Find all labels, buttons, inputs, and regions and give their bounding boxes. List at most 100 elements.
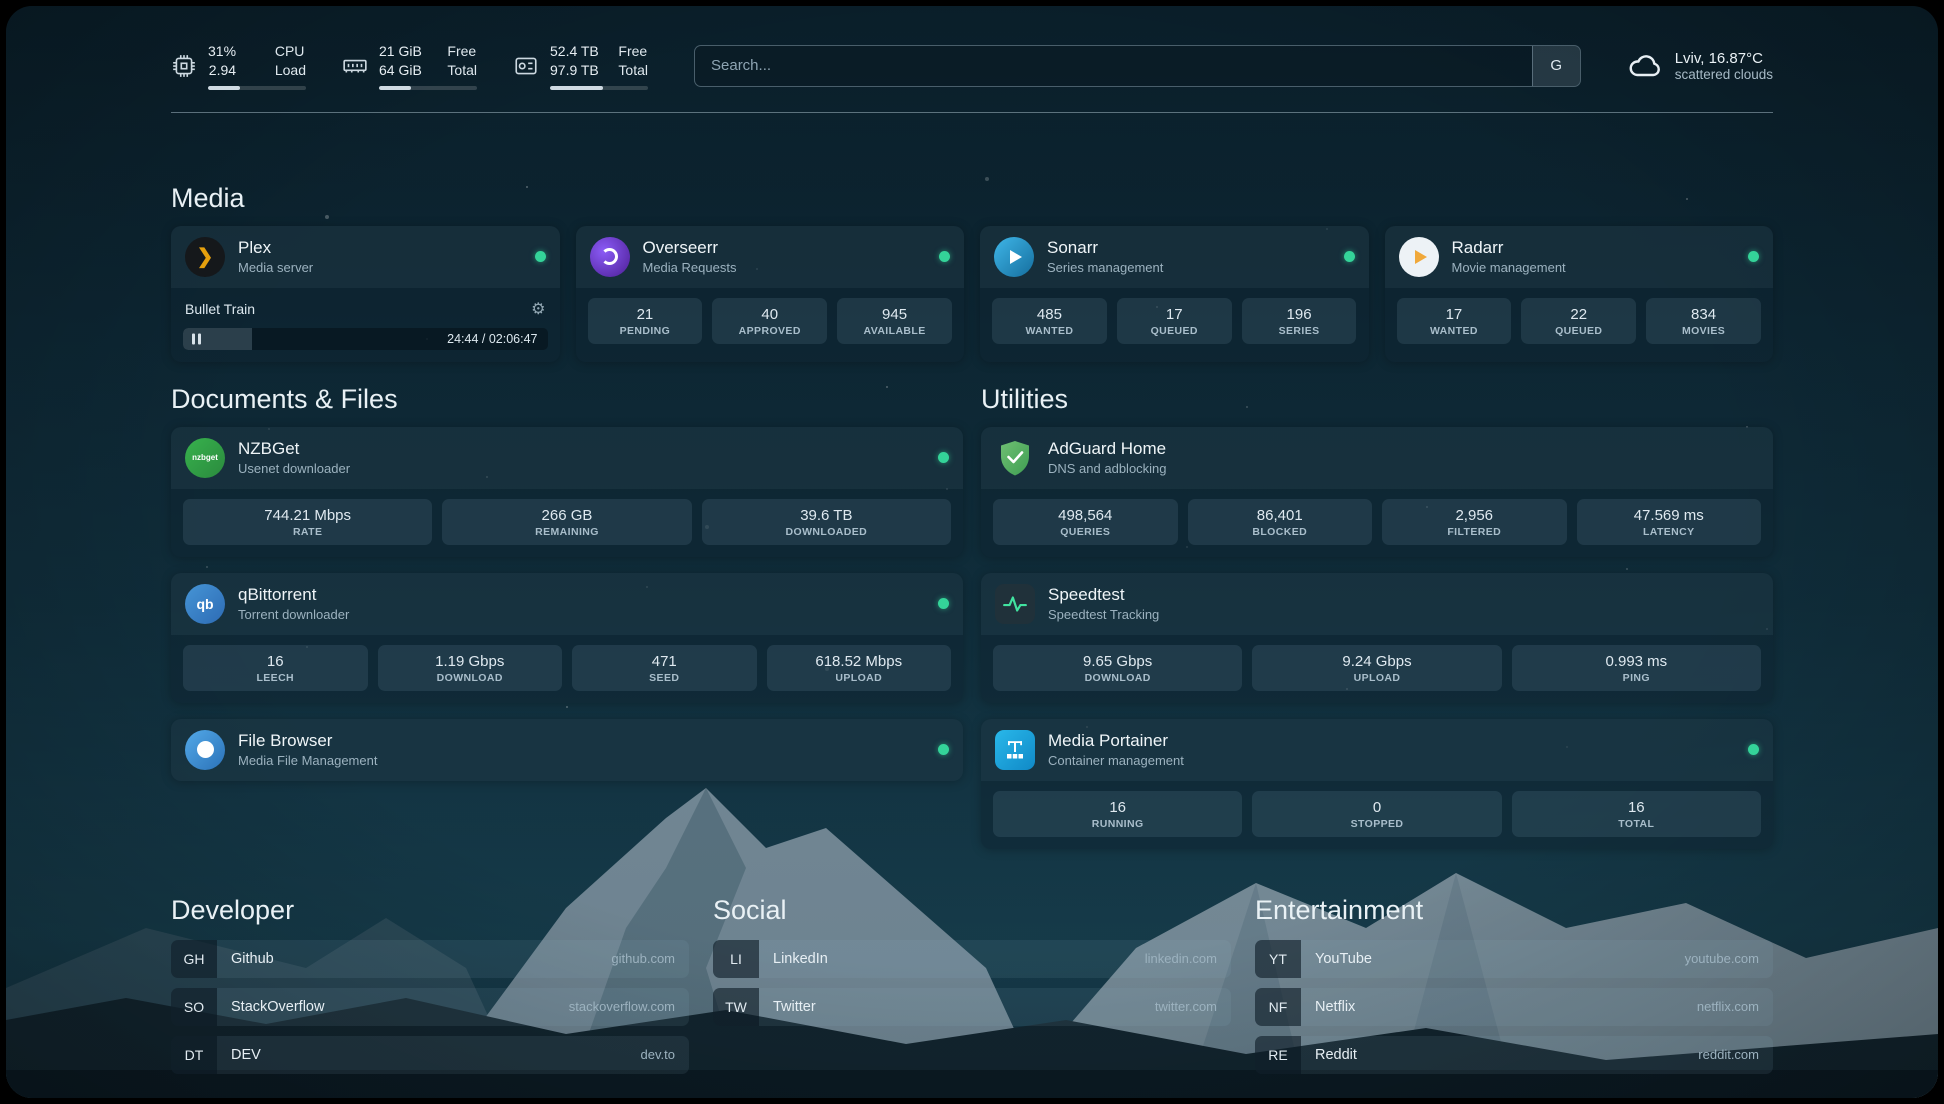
bookmark-name: DEV	[231, 1047, 261, 1063]
filebrowser-icon	[185, 730, 225, 770]
pause-icon[interactable]	[192, 333, 201, 344]
memory-progress-fill	[379, 86, 411, 90]
plex-now-playing: Bullet Train ⚙ 24:44 / 02:06:47	[171, 288, 560, 362]
card-overseerr: Overseerr Media Requests 21 PENDING 40 A…	[576, 226, 965, 362]
settings-gear-icon[interactable]: ⚙	[531, 299, 545, 319]
bookmark-url: reddit.com	[1698, 1047, 1759, 1062]
stat-value: 47.569 ms	[1581, 507, 1758, 524]
bookmark-name: Netflix	[1315, 999, 1355, 1015]
bookmark-abbr: GH	[171, 940, 217, 978]
stat-label: DOWNLOAD	[997, 672, 1238, 684]
stat-label: QUEUED	[1121, 325, 1228, 337]
stat-label: UPLOAD	[771, 672, 948, 684]
cpu-label: CPU	[275, 42, 305, 61]
service-description: Container management	[1048, 753, 1184, 768]
service-name: qBittorrent	[238, 585, 349, 605]
filebrowser-service-link[interactable]: File Browser Media File Management	[171, 719, 963, 781]
stat-label: QUEUED	[1525, 325, 1632, 337]
bookmark-dev[interactable]: DT DEV dev.to	[171, 1036, 689, 1074]
disk-progress-fill	[550, 86, 603, 90]
bookmark-url: dev.to	[641, 1047, 675, 1062]
card-portainer: Media Portainer Container management 16 …	[981, 719, 1773, 849]
dashboard-content: 31% 2.94 CPU Load	[6, 6, 1938, 1098]
status-online-dot	[1748, 251, 1759, 262]
playback-progress-bar[interactable]: 24:44 / 02:06:47	[183, 328, 548, 350]
cpu-readout: 31% 2.94 CPU Load	[208, 42, 306, 90]
adguard-service-link[interactable]: AdGuard Home DNS and adblocking	[981, 427, 1773, 489]
bookmark-url: linkedin.com	[1145, 951, 1217, 966]
stat-value: 86,401	[1192, 507, 1369, 524]
weather-location: Lviv, 16.87°C	[1675, 50, 1773, 67]
bookmark-group-social: Social LI LinkedIn linkedin.com TW Twitt…	[713, 895, 1231, 1084]
bookmark-abbr: YT	[1255, 940, 1301, 978]
radarr-stats: 17 WANTED 22 QUEUED 834 MOVIES	[1397, 298, 1762, 344]
stat-value: 1.19 Gbps	[382, 653, 559, 670]
playback-time: 24:44 / 02:06:47	[447, 332, 537, 346]
stat-label: UPLOAD	[1256, 672, 1497, 684]
radarr-service-link[interactable]: Radarr Movie management	[1385, 226, 1774, 288]
stat-box: 0 STOPPED	[1252, 791, 1501, 837]
bookmark-name: StackOverflow	[231, 999, 324, 1015]
plex-service-link[interactable]: ❯ Plex Media server	[171, 226, 560, 288]
bookmark-linkedin[interactable]: LI LinkedIn linkedin.com	[713, 940, 1231, 978]
card-radarr: Radarr Movie management 17 WANTED 22 QUE…	[1385, 226, 1774, 362]
cpu-progress-fill	[208, 86, 240, 90]
status-online-dot	[938, 598, 949, 609]
card-qbittorrent: qb qBittorrent Torrent downloader 16 LEE…	[171, 573, 963, 703]
bookmark-name: Github	[231, 951, 274, 967]
bookmark-url: twitter.com	[1155, 999, 1217, 1014]
card-filebrowser: File Browser Media File Management	[171, 719, 963, 781]
qbittorrent-service-link[interactable]: qb qBittorrent Torrent downloader	[171, 573, 963, 635]
search-input[interactable]	[695, 46, 1532, 86]
stat-value: 17	[1121, 306, 1228, 323]
bookmark-twitter[interactable]: TW Twitter twitter.com	[713, 988, 1231, 1026]
service-name: Speedtest	[1048, 585, 1159, 605]
stat-box: 86,401 BLOCKED	[1188, 499, 1373, 545]
search-provider-button[interactable]: G	[1532, 46, 1580, 86]
stat-box: 16 TOTAL	[1512, 791, 1761, 837]
bookmark-github[interactable]: GH Github github.com	[171, 940, 689, 978]
bookmark-youtube[interactable]: YT YouTube youtube.com	[1255, 940, 1773, 978]
nzbget-service-link[interactable]: nzbget NZBGet Usenet downloader	[171, 427, 963, 489]
service-description: Torrent downloader	[238, 607, 349, 622]
service-description: Speedtest Tracking	[1048, 607, 1159, 622]
resource-widgets: 31% 2.94 CPU Load	[171, 42, 648, 90]
stat-box: 16 RUNNING	[993, 791, 1242, 837]
overseerr-service-link[interactable]: Overseerr Media Requests	[576, 226, 965, 288]
search-bar: G	[694, 45, 1581, 87]
nzbget-icon: nzbget	[185, 438, 225, 478]
bookmark-netflix[interactable]: NF Netflix netflix.com	[1255, 988, 1773, 1026]
section-title-entertainment: Entertainment	[1255, 895, 1773, 926]
stat-value: 39.6 TB	[706, 507, 947, 524]
stat-value: 498,564	[997, 507, 1174, 524]
stat-label: FILTERED	[1386, 526, 1563, 538]
disk-free-value: 52.4 TB	[550, 42, 599, 61]
nzbget-stats: 744.21 Mbps RATE 266 GB REMAINING 39.6 T…	[183, 499, 951, 545]
bookmark-reddit[interactable]: RE Reddit reddit.com	[1255, 1036, 1773, 1074]
stat-label: APPROVED	[716, 325, 823, 337]
stat-box: 39.6 TB DOWNLOADED	[702, 499, 951, 545]
memory-free-value: 21 GiB	[379, 42, 422, 61]
sonarr-service-link[interactable]: Sonarr Series management	[980, 226, 1369, 288]
stat-value: 485	[996, 306, 1103, 323]
stat-label: RUNNING	[997, 818, 1238, 830]
cloud-icon	[1627, 48, 1663, 84]
stat-box: 485 WANTED	[992, 298, 1107, 344]
stat-value: 196	[1246, 306, 1353, 323]
bookmark-stackoverflow[interactable]: SO StackOverflow stackoverflow.com	[171, 988, 689, 1026]
portainer-service-link[interactable]: Media Portainer Container management	[981, 719, 1773, 781]
stat-value: 16	[1516, 799, 1757, 816]
service-name: File Browser	[238, 731, 377, 751]
stat-label: SERIES	[1246, 325, 1353, 337]
stat-value: 9.65 Gbps	[997, 653, 1238, 670]
memory-readout: 21 GiB 64 GiB Free Total	[379, 42, 477, 90]
speedtest-service-link[interactable]: Speedtest Speedtest Tracking	[981, 573, 1773, 635]
weather-condition: scattered clouds	[1675, 67, 1773, 82]
portainer-stats: 16 RUNNING 0 STOPPED 16 TOTAL	[993, 791, 1761, 837]
adguard-shield-icon	[995, 438, 1035, 478]
bookmark-abbr: SO	[171, 988, 217, 1026]
stat-value: 471	[576, 653, 753, 670]
bookmark-name: LinkedIn	[773, 951, 828, 967]
stat-value: 2,956	[1386, 507, 1563, 524]
bookmark-url: youtube.com	[1685, 951, 1759, 966]
